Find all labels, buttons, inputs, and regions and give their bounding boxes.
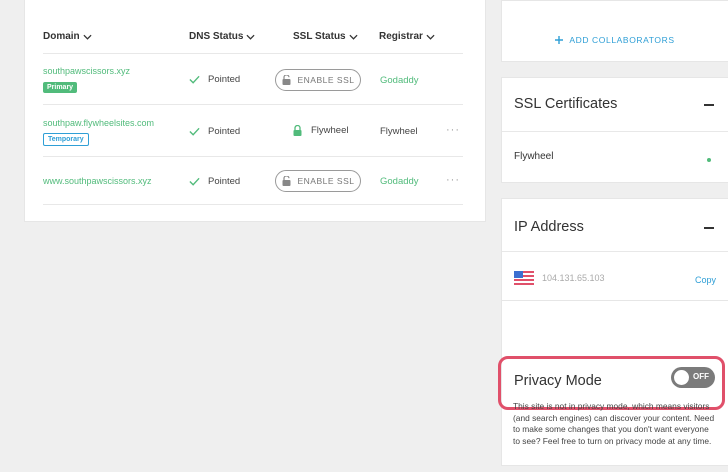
chevron-down-icon bbox=[83, 34, 92, 40]
more-options-icon[interactable]: ··· bbox=[446, 174, 460, 186]
plus-icon bbox=[555, 36, 564, 44]
primary-badge: Primary bbox=[43, 82, 78, 93]
ip-address-row: 104.131.65.103 bbox=[514, 271, 605, 285]
collaborators-card: ADD COLLABORATORS bbox=[501, 0, 728, 62]
domain-link[interactable]: southpawscissors.xyz bbox=[43, 66, 130, 76]
domain-link[interactable]: southpaw.flywheelsites.com bbox=[43, 118, 154, 128]
add-collaborators-button[interactable]: ADD COLLABORATORS bbox=[555, 35, 674, 45]
check-icon bbox=[189, 75, 200, 84]
copy-ip-button[interactable]: Copy bbox=[695, 275, 716, 285]
domains-card: Domain DNS Status SSL Status Registrar s… bbox=[24, 0, 486, 222]
registrar-name: Flywheel bbox=[380, 126, 418, 137]
registrar-link[interactable]: Godaddy bbox=[380, 176, 419, 187]
chevron-down-icon bbox=[349, 34, 358, 40]
column-header-registrar[interactable]: Registrar bbox=[379, 31, 435, 42]
collapse-icon[interactable] bbox=[704, 227, 714, 229]
row-divider bbox=[43, 104, 463, 105]
ip-address-title: IP Address bbox=[514, 219, 584, 235]
dns-status: Pointed bbox=[189, 176, 240, 187]
ssl-certificates-card: SSL Certificates Flywheel bbox=[501, 77, 728, 183]
check-icon bbox=[189, 127, 200, 136]
card-divider bbox=[502, 251, 728, 252]
toggle-knob bbox=[674, 370, 689, 385]
column-header-dns-status[interactable]: DNS Status bbox=[189, 31, 255, 42]
privacy-mode-description: This site is not in privacy mode, which … bbox=[513, 401, 715, 446]
column-header-ssl-status[interactable]: SSL Status bbox=[293, 31, 358, 42]
ssl-certificates-title: SSL Certificates bbox=[514, 96, 618, 112]
more-options-icon[interactable]: ··· bbox=[446, 124, 460, 136]
chevron-down-icon bbox=[246, 34, 255, 40]
column-header-domain[interactable]: Domain bbox=[43, 31, 92, 42]
dns-status: Pointed bbox=[189, 126, 240, 137]
enable-ssl-button[interactable]: ENABLE SSL bbox=[275, 69, 361, 91]
card-divider bbox=[502, 131, 728, 132]
status-dot bbox=[707, 158, 711, 162]
dns-status: Pointed bbox=[189, 74, 240, 85]
lock-open-icon bbox=[282, 176, 290, 186]
certificate-provider: Flywheel bbox=[514, 151, 554, 162]
lock-icon bbox=[293, 125, 302, 136]
domain-link[interactable]: www.southpawscissors.xyz bbox=[43, 176, 152, 186]
us-flag-icon bbox=[514, 271, 534, 285]
lock-open-icon bbox=[282, 75, 290, 85]
registrar-link[interactable]: Godaddy bbox=[380, 75, 419, 86]
temporary-badge: Temporary bbox=[43, 133, 89, 146]
privacy-mode-toggle[interactable]: OFF bbox=[671, 367, 715, 388]
row-divider bbox=[43, 204, 463, 205]
ip-address-card: IP Address 104.131.65.103 Copy bbox=[501, 198, 728, 304]
toggle-state-label: OFF bbox=[693, 372, 709, 381]
row-divider bbox=[43, 53, 463, 54]
enable-ssl-button[interactable]: ENABLE SSL bbox=[275, 170, 361, 192]
ssl-status: Flywheel bbox=[293, 125, 349, 136]
row-divider bbox=[43, 156, 463, 157]
ip-address-value: 104.131.65.103 bbox=[542, 273, 605, 283]
chevron-down-icon bbox=[426, 34, 435, 40]
check-icon bbox=[189, 177, 200, 186]
collapse-icon[interactable] bbox=[704, 104, 714, 106]
